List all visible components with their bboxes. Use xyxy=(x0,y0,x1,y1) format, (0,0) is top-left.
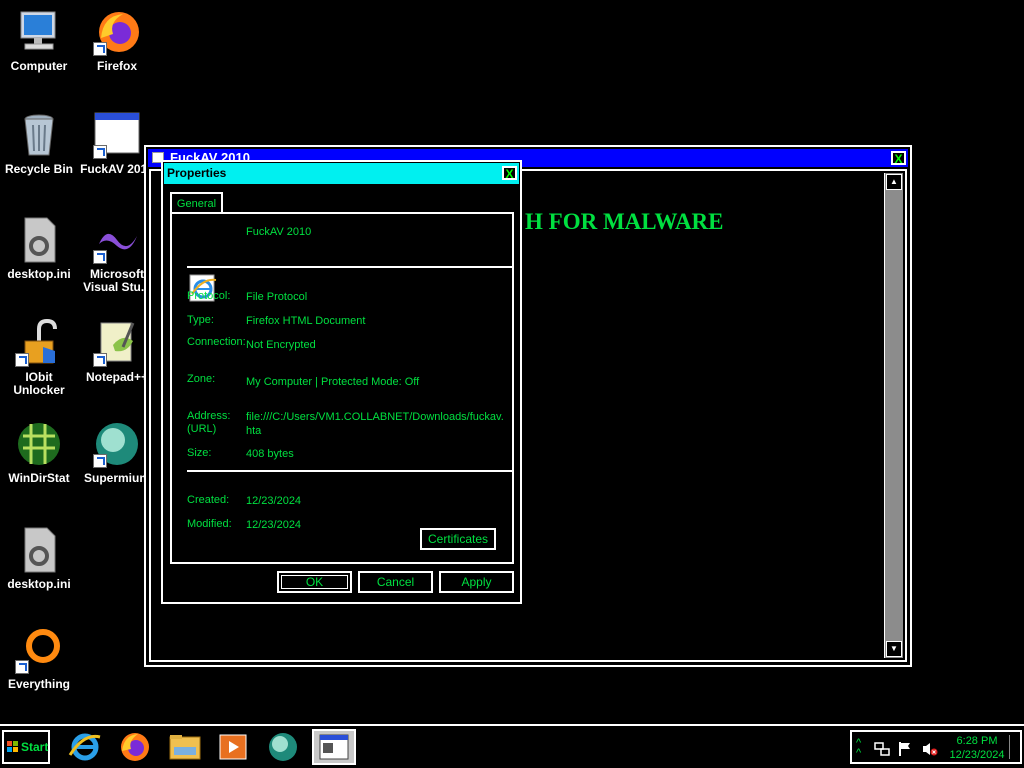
shortcut-arrow-icon xyxy=(93,145,107,159)
supermium-icon[interactable] xyxy=(266,731,300,763)
file-name: FuckAV 2010 xyxy=(246,226,312,238)
properties-dialog: Properties X General FuckAV 2010 Protoco… xyxy=(161,160,522,604)
everything-search-icon xyxy=(15,626,63,674)
apply-button[interactable]: Apply xyxy=(439,571,514,593)
file-explorer-icon[interactable] xyxy=(168,731,202,763)
supermium-icon xyxy=(93,420,141,468)
separator xyxy=(187,266,513,268)
hta-window-icon xyxy=(93,111,141,159)
desktop-icon-windirstat[interactable]: WinDirStat xyxy=(0,420,78,485)
clock[interactable]: 6:28 PM 12/23/2024 xyxy=(944,734,1010,762)
created-label: Created: xyxy=(187,494,230,506)
modified-label: Modified: xyxy=(187,518,232,530)
size-value: 408 bytes xyxy=(246,448,294,460)
scroll-down-arrow-icon[interactable]: ▼ xyxy=(886,641,902,657)
firefox-icon[interactable] xyxy=(118,731,152,763)
desktop-icon-desktop-ini-2[interactable]: desktop.ini xyxy=(0,526,78,591)
properties-title-text: Properties xyxy=(167,166,227,180)
hta-heading: H FOR MALWARE xyxy=(525,209,724,234)
zone-value: My Computer | Protected Mode: Off xyxy=(246,376,420,388)
show-hidden-icons-chevron-icon[interactable]: ^ ^ xyxy=(856,738,861,759)
desktop-icon-iobit-unlocker[interactable]: IObit Unlocker xyxy=(0,318,78,397)
separator xyxy=(187,470,513,472)
shortcut-arrow-icon xyxy=(15,660,29,674)
action-center-flag-icon[interactable] xyxy=(898,741,912,757)
hta-close-button[interactable]: X xyxy=(891,151,906,165)
created-value: 12/23/2024 xyxy=(246,495,302,507)
scroll-up-arrow-icon[interactable]: ▲ xyxy=(886,174,902,190)
desktop-icon-recycle-bin[interactable]: Recycle Bin xyxy=(0,111,78,176)
start-label: Start xyxy=(21,740,49,754)
windirstat-icon xyxy=(15,420,63,468)
protocol-label: Protocol: xyxy=(187,290,231,302)
ok-button[interactable]: OK xyxy=(277,571,352,593)
unlocker-icon xyxy=(15,318,63,367)
desktop-icon-computer[interactable]: Computer xyxy=(0,8,78,73)
general-tab-panel: FuckAV 2010 Protocol: File Protocol Type… xyxy=(170,212,514,564)
shortcut-arrow-icon xyxy=(93,250,107,264)
notepad-plus-plus-icon xyxy=(93,319,141,367)
address-label: Address: xyxy=(187,410,231,422)
protocol-value: File Protocol xyxy=(246,291,308,303)
recycle-bin-icon xyxy=(15,111,63,159)
shortcut-arrow-icon xyxy=(93,454,107,468)
connection-label: Connection: xyxy=(187,336,246,348)
firefox-icon xyxy=(93,8,141,56)
taskbar-active-window[interactable] xyxy=(312,729,356,765)
show-desktop-button[interactable] xyxy=(1009,735,1018,759)
taskbar: Start ^ ^ 6:28 PM 12/23/2024 xyxy=(0,724,1024,768)
start-button[interactable]: Start xyxy=(2,730,50,764)
certificates-button[interactable]: Certificates xyxy=(420,528,496,550)
network-icon[interactable] xyxy=(874,742,890,756)
volume-muted-icon[interactable] xyxy=(922,741,938,757)
settings-file-icon xyxy=(15,526,63,574)
zone-label: Zone: xyxy=(187,373,216,385)
shortcut-arrow-icon xyxy=(93,353,107,367)
desktop-icon-firefox[interactable]: Firefox xyxy=(78,8,156,73)
connection-value: Not Encrypted xyxy=(246,339,316,351)
shortcut-arrow-icon xyxy=(93,42,107,56)
computer-icon xyxy=(15,8,63,56)
type-value: Firefox HTML Document xyxy=(246,315,366,327)
media-player-icon[interactable] xyxy=(216,731,250,763)
internet-explorer-icon[interactable] xyxy=(68,731,102,763)
size-label: Size: xyxy=(187,447,212,459)
clock-time: 6:28 PM xyxy=(956,735,998,747)
address-label-url: (URL) xyxy=(187,423,217,435)
vertical-scrollbar[interactable]: ▲ ▼ xyxy=(884,173,903,658)
visual-studio-icon xyxy=(93,216,141,264)
system-tray: ^ ^ 6:28 PM 12/23/2024 xyxy=(850,730,1022,764)
cancel-button[interactable]: Cancel xyxy=(358,571,433,593)
desktop-icon-everything[interactable]: Everything xyxy=(0,626,78,691)
windows-logo-icon xyxy=(7,741,18,752)
desktop-icon-desktop-ini[interactable]: desktop.ini xyxy=(0,216,78,281)
settings-file-icon xyxy=(15,216,63,264)
tab-general[interactable]: General xyxy=(170,192,223,212)
clock-date: 12/23/2024 xyxy=(949,749,1005,761)
address-value: file:///C:/Users/VM1.COLLABNET/Downloads… xyxy=(246,411,504,437)
hta-window-icon xyxy=(319,734,349,760)
properties-close-button[interactable]: X xyxy=(502,166,517,180)
properties-titlebar[interactable]: Properties xyxy=(164,163,519,184)
shortcut-arrow-icon xyxy=(15,353,29,367)
type-label: Type: xyxy=(187,314,214,326)
